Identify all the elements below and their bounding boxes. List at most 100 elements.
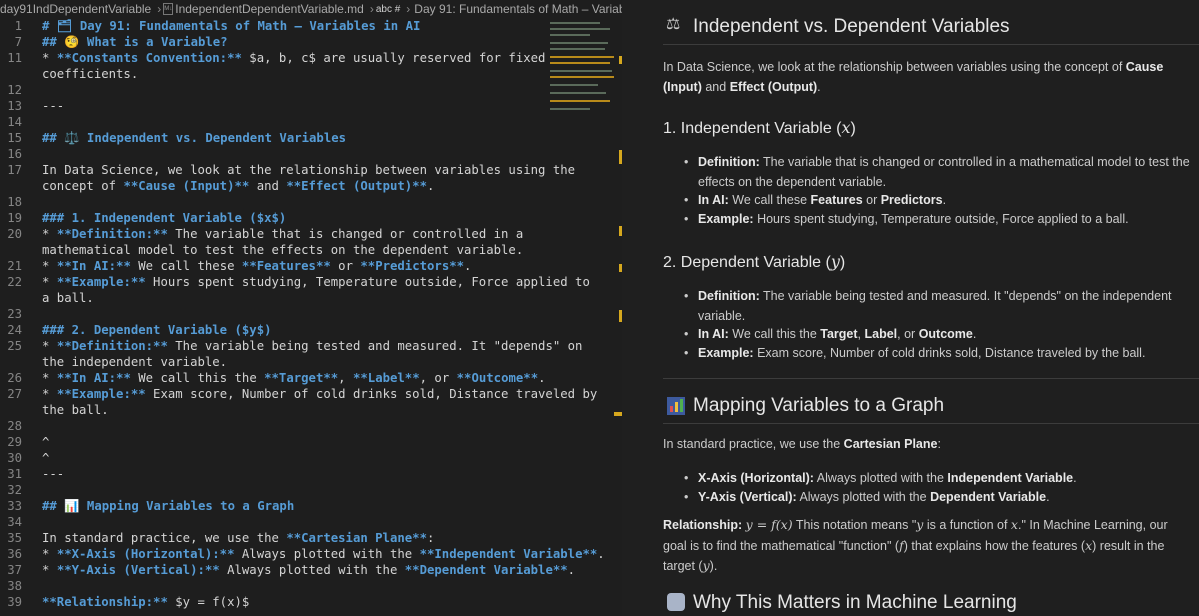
line-text: ## ⚖️ Independent vs. Dependent Variable…: [42, 131, 347, 145]
list-item: Example: Exam score, Number of cold drin…: [684, 344, 1193, 364]
line-number: 14: [7, 115, 22, 129]
line-number: 1: [14, 19, 22, 33]
minimap-row: [550, 100, 610, 102]
line-text: * **Definition:** The variable that is c…: [42, 227, 524, 241]
line-text: * **Constants Convention:** $a, b, c$ ar…: [42, 51, 546, 65]
minimap-row: [550, 22, 600, 24]
list-item: Definition: The variable being tested an…: [684, 287, 1193, 326]
line-text: * **Example:** Hours spent studying, Tem…: [42, 275, 590, 289]
markdown-editor[interactable]: day91IndDependentVariable › M↓ Independe…: [0, 0, 622, 616]
line-text: * **Y-Axis (Vertical):** Always plotted …: [42, 563, 576, 577]
line-number: 26: [7, 371, 22, 385]
line-number: 25: [7, 339, 22, 353]
minimap-row: [550, 62, 610, 64]
line-number: 32: [7, 483, 22, 497]
line-number: 30: [7, 451, 22, 465]
line-number: 37: [7, 563, 22, 577]
minimap-row: [550, 28, 610, 30]
line-number: 22: [7, 275, 22, 289]
line-number: 21: [7, 259, 22, 273]
list-item: Definition: The variable that is changed…: [684, 153, 1193, 192]
line-number: 15: [7, 131, 22, 145]
line-number: 24: [7, 323, 22, 337]
line-number: 12: [7, 83, 22, 97]
balance-scale-icon: ⚖: [666, 16, 681, 33]
line-number: 39: [7, 595, 22, 609]
line-number: 17: [7, 163, 22, 177]
chevron-right-icon: ›: [369, 2, 374, 16]
mapping-intro: In standard practice, we use the Cartesi…: [663, 437, 941, 451]
breadcrumb-symbol[interactable]: abc #: [376, 4, 400, 15]
minimap-row: [550, 48, 605, 50]
minimap-row: [550, 92, 606, 94]
line-text: ### 1. Independent Variable ($x$): [42, 211, 287, 225]
line-text: the independent variable.: [42, 355, 228, 369]
breadcrumb-folder[interactable]: day91IndDependentVariable: [0, 2, 151, 16]
list-item: In AI: We call these Features or Predict…: [684, 191, 1193, 211]
line-number: 38: [7, 579, 22, 593]
line-text: ^: [42, 451, 50, 465]
line-number: 35: [7, 531, 22, 545]
minimap-row: [550, 84, 598, 86]
list-item: X-Axis (Horizontal): Always plotted with…: [684, 469, 1193, 489]
minimap-row: [550, 42, 608, 44]
minimap-row: [550, 70, 612, 72]
minimap-row: [550, 76, 614, 78]
line-text: * **Definition:** The variable being tes…: [42, 339, 583, 353]
line-number: 23: [7, 307, 22, 321]
minimap-row: [550, 34, 590, 36]
line-number: 31: [7, 467, 22, 481]
line-text: * **In AI:** We call this the **Target**…: [42, 371, 546, 385]
list-item: In AI: We call this the Target, Label, o…: [684, 325, 1193, 345]
robot-icon: [667, 593, 685, 611]
line-number: 29: [7, 435, 22, 449]
line-number: 33: [7, 499, 22, 513]
line-text: concept of **Cause (Input)** and **Effec…: [42, 179, 435, 193]
breadcrumb-file[interactable]: IndependentDependentVariable.md: [175, 2, 364, 16]
line-text: ^: [42, 435, 50, 449]
line-text: * **In AI:** We call these **Features** …: [42, 259, 472, 273]
markdown-file-icon: M↓: [163, 3, 174, 15]
relationship-paragraph: Relationship: y = f(x) This notation mea…: [663, 517, 1168, 573]
heading-mapping: Mapping Variables to a Graph: [693, 395, 945, 416]
list-item: Y-Axis (Vertical): Always plotted with t…: [684, 488, 1193, 508]
line-number: 11: [7, 51, 22, 65]
line-number: 28: [7, 419, 22, 433]
line-number: 34: [7, 515, 22, 529]
line-number: 19: [7, 211, 22, 225]
line-text: mathematical model to test the effects o…: [42, 243, 524, 257]
line-text: coefficients.: [42, 67, 139, 81]
line-text: **Relationship:** $y = f(x)$: [42, 595, 250, 609]
line-text: In Data Science, we look at the relation…: [42, 163, 576, 177]
line-text: # 🗂 Day 91: Fundamentals of Math – Varia…: [42, 19, 421, 33]
divider: [663, 423, 1199, 424]
line-text: ---: [42, 99, 65, 113]
line-text: ---: [42, 467, 65, 481]
line-number: 16: [7, 147, 22, 161]
heading-dependent-variable: 2. Dependent Variable (y): [663, 252, 846, 271]
heading-independent-dependent: Independent vs. Dependent Variables: [693, 16, 1010, 37]
minimap-row: [550, 108, 590, 110]
bar-chart-icon: [667, 397, 685, 415]
line-number: 18: [7, 195, 22, 209]
line-number: 20: [7, 227, 22, 241]
line-text: * **X-Axis (Horizontal):** Always plotte…: [42, 547, 605, 561]
minimap[interactable]: [548, 18, 618, 118]
scroll-marker: [614, 412, 622, 416]
line-number: 13: [7, 99, 22, 113]
line-number: 36: [7, 547, 22, 561]
line-text: a ball.: [42, 291, 94, 305]
heading-why-matters: Why This Matters in Machine Learning: [693, 592, 1017, 613]
line-number: 7: [14, 35, 22, 49]
line-text: In standard practice, we use the **Carte…: [42, 531, 435, 545]
markdown-preview[interactable]: ⚖ Independent vs. Dependent Variables In…: [622, 0, 1199, 616]
breadcrumb-heading[interactable]: Day 91: Fundamentals of Math – Variables…: [414, 2, 622, 16]
breadcrumb: day91IndDependentVariable › M↓ Independe…: [0, 0, 622, 18]
chevron-right-icon: ›: [157, 2, 162, 16]
chevron-right-icon: ›: [406, 2, 411, 16]
intro-paragraph: In Data Science, we look at the relation…: [663, 60, 1164, 94]
heading-independent-variable: 1. Independent Variable (x): [663, 118, 856, 137]
line-number: 27: [7, 387, 22, 401]
line-text: ## 📊 Mapping Variables to a Graph: [42, 499, 295, 513]
divider: [663, 44, 1199, 45]
